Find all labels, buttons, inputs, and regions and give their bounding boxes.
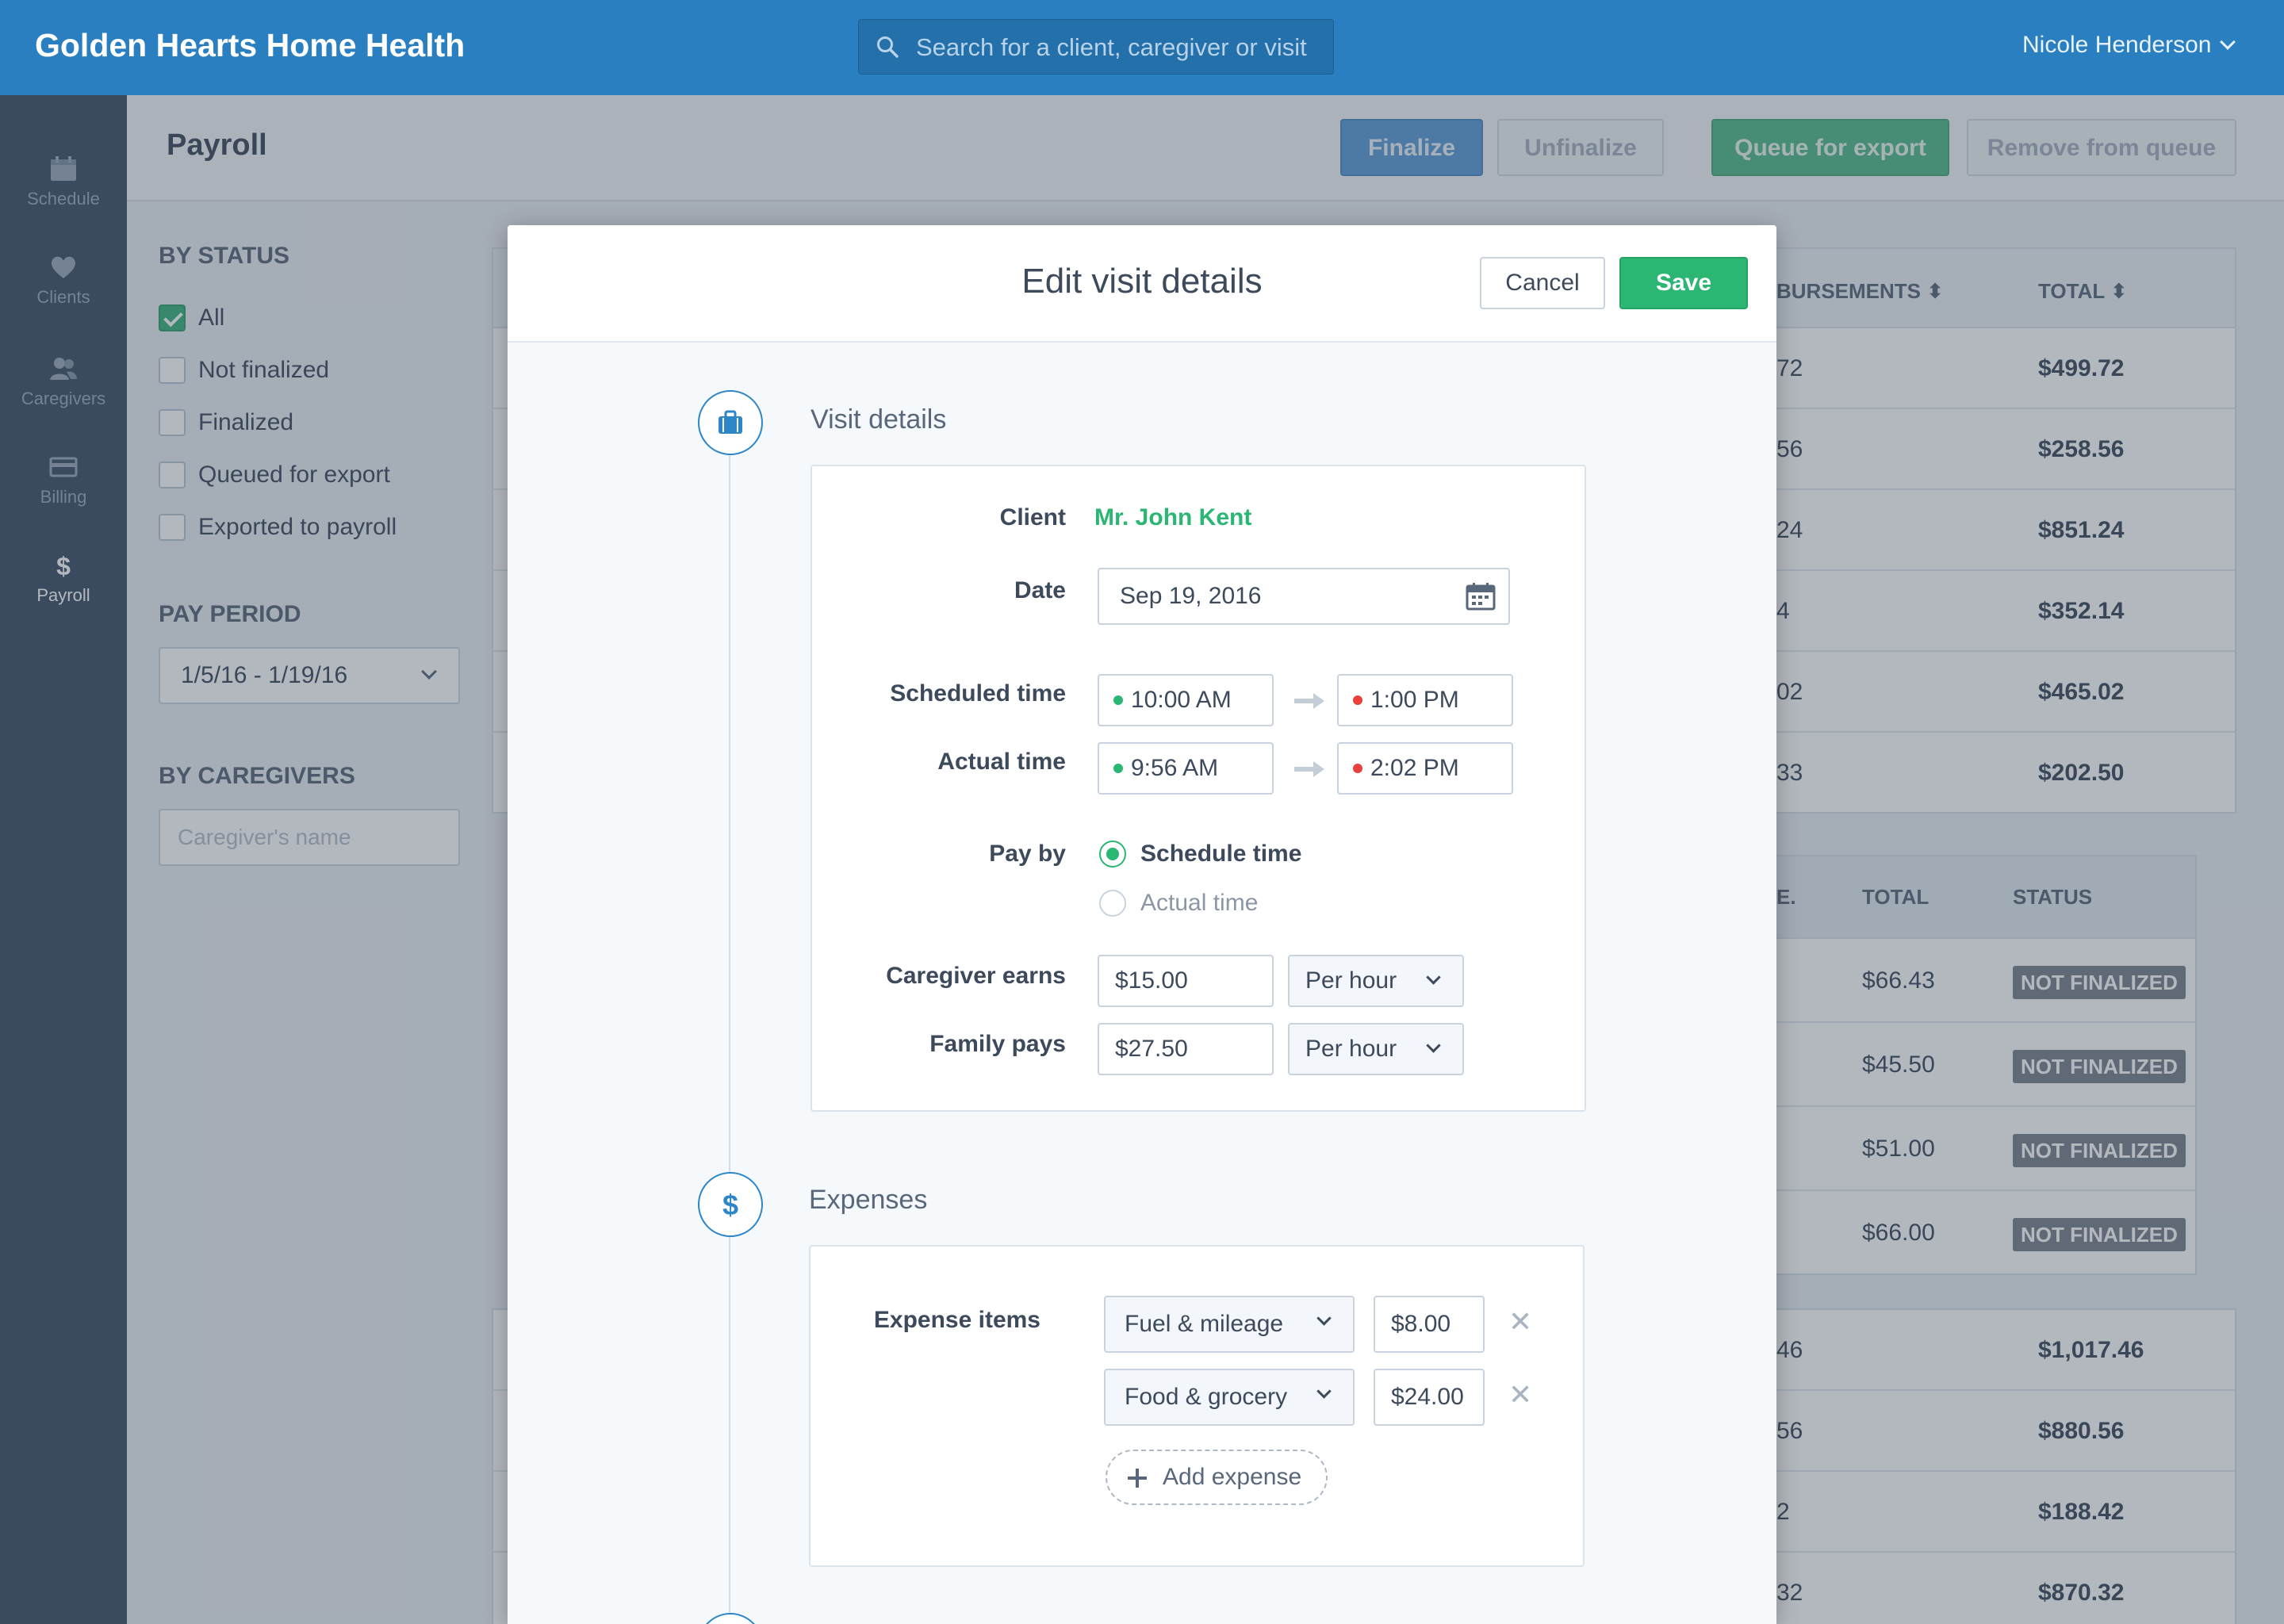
dollar-icon: $ — [722, 1189, 738, 1220]
start-dot — [1113, 764, 1123, 773]
arrow-right-icon — [1294, 693, 1324, 709]
actual-time-label: Actual time — [937, 749, 1066, 775]
expense-items-label: Expense items — [873, 1307, 1040, 1333]
app-title[interactable]: Golden Hearts Home Health — [35, 27, 465, 64]
cancel-button[interactable]: Cancel — [1480, 257, 1605, 309]
visit-details-heading: Visit details — [811, 404, 947, 435]
expense-type-select[interactable]: Fuel & mileage — [1104, 1296, 1355, 1353]
next-section-marker — [698, 1613, 763, 1624]
search-input[interactable] — [916, 20, 1320, 75]
briefcase-icon — [719, 410, 742, 434]
visit-details-card: Client Mr. John Kent Date Sep 19, 2016 S… — [811, 465, 1586, 1112]
chevron-down-icon — [1316, 1311, 1332, 1326]
date-label: Date — [1014, 577, 1066, 603]
caregiver-earns-label: Caregiver earns — [886, 963, 1066, 989]
modal-header: Edit visit details Cancel Save — [508, 225, 1776, 343]
date-input[interactable]: Sep 19, 2016 — [1098, 568, 1510, 625]
actual-end-input[interactable]: 2:02 PM — [1337, 742, 1513, 795]
scheduled-start-input[interactable]: 10:00 AM — [1098, 674, 1274, 726]
search-bar[interactable] — [858, 19, 1334, 75]
user-menu[interactable]: Nicole Henderson — [2022, 32, 2236, 59]
add-expense-label: Add expense — [1163, 1464, 1302, 1490]
calendar-icon[interactable] — [1466, 582, 1496, 611]
arrow-right-icon — [1294, 761, 1324, 777]
expense-amount-input[interactable]: $24.00 — [1374, 1369, 1485, 1426]
visit-section-marker — [698, 390, 763, 455]
plus-icon — [1128, 1469, 1147, 1488]
end-dot — [1353, 695, 1362, 705]
family-pays-unit-select[interactable]: Per hour — [1288, 1023, 1464, 1075]
scheduled-time-label: Scheduled time — [890, 680, 1066, 707]
expense-type-value: Fuel & mileage — [1125, 1311, 1284, 1337]
client-link[interactable]: Mr. John Kent — [1094, 504, 1251, 531]
family-pays-input[interactable]: $27.50 — [1098, 1023, 1274, 1075]
expenses-card: Expense items Fuel & mileage $8.00 ✕ Foo… — [809, 1245, 1585, 1567]
actual-start-input[interactable]: 9:56 AM — [1098, 742, 1274, 795]
chevron-down-icon — [2220, 34, 2236, 50]
save-button[interactable]: Save — [1619, 257, 1748, 309]
date-value: Sep 19, 2016 — [1120, 583, 1262, 609]
svg-text:$: $ — [722, 1189, 738, 1220]
family-pays-label: Family pays — [929, 1031, 1066, 1057]
time-value: 2:02 PM — [1370, 755, 1459, 781]
time-value: 10:00 AM — [1131, 687, 1232, 713]
expense-type-value: Food & grocery — [1125, 1384, 1288, 1410]
remove-expense-icon[interactable]: ✕ — [1508, 1305, 1532, 1339]
scheduled-end-input[interactable]: 1:00 PM — [1337, 674, 1513, 726]
radio-unselected[interactable] — [1099, 890, 1126, 917]
top-bar: Golden Hearts Home Health Nicole Henders… — [0, 0, 2284, 95]
pay-by-label: Pay by — [989, 841, 1066, 867]
chevron-down-icon — [1426, 970, 1441, 985]
user-name: Nicole Henderson — [2022, 32, 2212, 58]
caregiver-earns-unit-select[interactable]: Per hour — [1288, 955, 1464, 1007]
radio-label: Schedule time — [1140, 841, 1302, 867]
radio-label: Actual time — [1140, 890, 1259, 916]
search-icon — [877, 36, 899, 58]
expense-type-select[interactable]: Food & grocery — [1104, 1369, 1355, 1426]
radio-selected[interactable] — [1099, 841, 1126, 868]
expenses-heading: Expenses — [809, 1185, 928, 1215]
add-expense-button[interactable]: Add expense — [1106, 1450, 1328, 1505]
expenses-section-marker: $ — [698, 1172, 763, 1237]
unit-value: Per hour — [1305, 967, 1397, 994]
start-dot — [1113, 695, 1123, 705]
timeline-line — [729, 454, 730, 1624]
expense-amount-input[interactable]: $8.00 — [1374, 1296, 1485, 1353]
edit-visit-modal: Edit visit details Cancel Save Visit det… — [508, 225, 1776, 1624]
chevron-down-icon — [1316, 1384, 1332, 1399]
client-label: Client — [999, 504, 1066, 530]
time-value: 9:56 AM — [1131, 755, 1219, 781]
end-dot — [1353, 764, 1362, 773]
caregiver-earns-input[interactable]: $15.00 — [1098, 955, 1274, 1007]
time-value: 1:00 PM — [1370, 687, 1459, 713]
chevron-down-icon — [1426, 1038, 1441, 1053]
remove-expense-icon[interactable]: ✕ — [1508, 1378, 1532, 1411]
unit-value: Per hour — [1305, 1036, 1397, 1062]
